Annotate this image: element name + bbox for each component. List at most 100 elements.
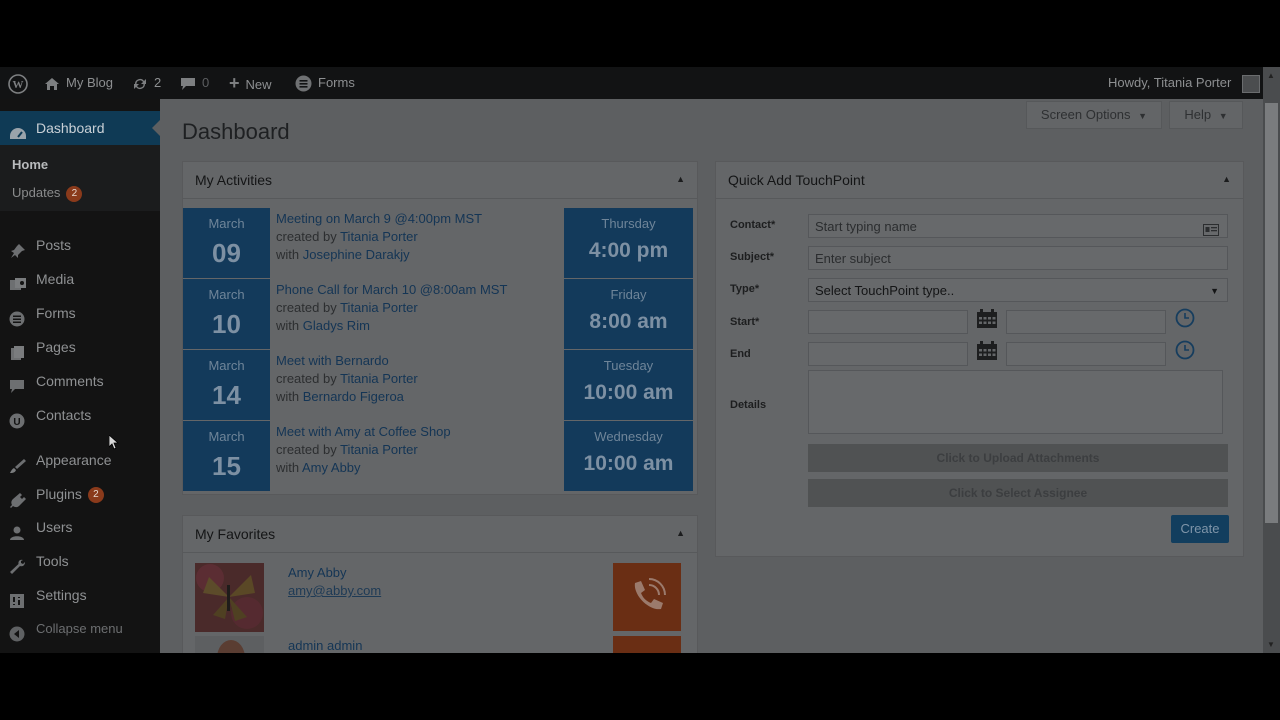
contact-input[interactable]: Start typing name <box>808 214 1228 238</box>
contact-link[interactable]: Josephine Darakjy <box>303 247 410 262</box>
sidebar-item-plugins[interactable]: Plugins 2 <box>0 477 160 511</box>
panel-header[interactable]: My Favorites ▲ <box>183 516 697 553</box>
brush-icon <box>9 452 27 473</box>
start-label: Start* <box>730 316 760 328</box>
creator-link[interactable]: Titania Porter <box>340 371 418 386</box>
collapse-arrow-icon[interactable]: ▲ <box>1222 174 1231 184</box>
updates-link[interactable]: 2 <box>132 67 161 99</box>
activity-title-link[interactable]: Meet with Bernardo <box>276 352 556 370</box>
sidebar-item-posts[interactable]: Posts <box>0 228 160 262</box>
screen-options-button[interactable]: Screen Options ▼ <box>1026 101 1162 129</box>
submenu-updates[interactable]: Updates 2 <box>12 185 83 202</box>
end-date-input[interactable] <box>808 342 968 366</box>
activity-row[interactable]: March 09 Meeting on March 9 @4:00pm MST c… <box>183 208 693 278</box>
avatar <box>195 636 264 653</box>
contact-card-icon[interactable] <box>1203 220 1219 244</box>
caret-down-icon: ▼ <box>1218 111 1228 121</box>
select-assignee-button[interactable]: Click to Select Assignee <box>808 479 1228 507</box>
create-button[interactable]: Create <box>1171 515 1229 543</box>
chevron-down-icon: ▼ <box>1210 286 1219 296</box>
butterfly-photo <box>195 563 264 632</box>
call-button[interactable] <box>613 563 681 631</box>
wordpress-logo-icon[interactable]: W <box>8 67 28 99</box>
contact-link[interactable]: Bernardo Figeroa <box>303 389 404 404</box>
favorite-name-link[interactable]: admin admin <box>288 638 362 653</box>
submenu-home[interactable]: Home <box>12 157 48 172</box>
favorite-name-link[interactable]: Amy Abby <box>288 565 347 580</box>
updates-badge: 2 <box>66 185 83 202</box>
clock-icon[interactable] <box>1175 308 1195 331</box>
pin-icon <box>9 237 27 258</box>
activity-title-link[interactable]: Phone Call for March 10 @8:00am MST <box>276 281 556 299</box>
sidebar-item-tools[interactable]: Tools <box>0 544 160 578</box>
wrench-icon <box>9 553 27 574</box>
svg-text:U: U <box>13 417 20 428</box>
favorite-email-link[interactable]: amy@abby.com <box>288 583 381 598</box>
activities-list: March 09 Meeting on March 9 @4:00pm MST c… <box>183 208 697 492</box>
help-button[interactable]: Help ▼ <box>1169 101 1243 129</box>
collapse-arrow-icon[interactable]: ▲ <box>676 174 685 184</box>
details-label: Details <box>730 399 767 411</box>
scroll-down-icon[interactable]: ▼ <box>1267 640 1275 649</box>
clock-icon[interactable] <box>1175 340 1195 363</box>
collapse-arrow-icon[interactable]: ▲ <box>676 528 685 538</box>
calendar-icon[interactable] <box>977 341 997 363</box>
comments-link[interactable]: 0 <box>180 67 209 99</box>
sidebar-item-contacts[interactable]: U Contacts <box>0 398 160 432</box>
start-time-input[interactable] <box>1006 310 1166 334</box>
activity-time: Friday 8:00 am <box>564 279 693 349</box>
activity-title-link[interactable]: Meeting on March 9 @4:00pm MST <box>276 210 556 228</box>
creator-link[interactable]: Titania Porter <box>340 229 418 244</box>
favorite-row[interactable]: Amy Abby amy@abby.com <box>195 563 681 633</box>
activity-row[interactable]: March 10 Phone Call for March 10 @8:00am … <box>183 279 693 349</box>
activity-time: Tuesday 10:00 am <box>564 350 693 420</box>
subject-label: Subject* <box>730 251 775 263</box>
phone-icon <box>634 578 666 610</box>
user-account-link[interactable]: Howdy, Titania Porter <box>1108 67 1260 99</box>
activity-date: March 10 <box>183 279 270 349</box>
favorite-row[interactable]: admin admin <box>195 636 681 653</box>
sidebar-item-collapse[interactable]: Collapse menu <box>0 612 160 646</box>
new-content-link[interactable]: + New <box>229 67 272 99</box>
sidebar-item-forms[interactable]: Forms <box>0 296 160 330</box>
activity-title-link[interactable]: Meet with Amy at Coffee Shop <box>276 423 556 441</box>
contact-link[interactable]: Gladys Rim <box>303 318 370 333</box>
creator-link[interactable]: Titania Porter <box>340 300 418 315</box>
contact-link[interactable]: Amy Abby <box>302 460 361 475</box>
subject-input[interactable]: Enter subject <box>808 246 1228 270</box>
page-title: Dashboard <box>182 119 290 144</box>
upload-attachments-button[interactable]: Click to Upload Attachments <box>808 444 1228 472</box>
panel-header[interactable]: My Activities ▲ <box>183 162 697 199</box>
forms-link[interactable]: Forms <box>295 67 355 99</box>
activity-row[interactable]: March 15 Meet with Amy at Coffee Shop cre… <box>183 421 693 491</box>
sidebar-item-appearance[interactable]: Appearance <box>0 443 160 477</box>
panel-header[interactable]: Quick Add TouchPoint ▲ <box>716 162 1243 199</box>
end-time-input[interactable] <box>1006 342 1166 366</box>
sidebar-item-pages[interactable]: Pages <box>0 330 160 364</box>
scrollbar-thumb[interactable] <box>1265 103 1278 523</box>
call-button[interactable] <box>613 636 681 653</box>
admin-bar: W My Blog 2 0 + New Forms Howdy, Titania … <box>0 67 1280 99</box>
site-name-link[interactable]: My Blog <box>44 67 113 99</box>
activity-info: Meeting on March 9 @4:00pm MST created b… <box>276 210 556 264</box>
calendar-icon[interactable] <box>977 309 997 331</box>
media-icon <box>9 271 27 290</box>
pages-icon <box>9 339 27 360</box>
users-icon <box>9 519 27 540</box>
scroll-up-icon[interactable]: ▲ <box>1267 71 1275 80</box>
type-select[interactable]: Select TouchPoint type.. ▼ <box>808 278 1228 302</box>
start-date-input[interactable] <box>808 310 968 334</box>
sidebar-item-settings[interactable]: Settings <box>0 578 160 612</box>
creator-link[interactable]: Titania Porter <box>340 442 418 457</box>
sidebar-item-dashboard[interactable]: Dashboard <box>0 111 160 145</box>
page-scrollbar[interactable]: ▲ ▼ <box>1263 67 1280 653</box>
sidebar-item-media[interactable]: Media <box>0 262 160 296</box>
sidebar-item-users[interactable]: Users <box>0 510 160 544</box>
details-textarea[interactable] <box>808 370 1223 434</box>
activity-row[interactable]: March 14 Meet with Bernardo created by Ti… <box>183 350 693 420</box>
collapse-icon <box>9 621 27 642</box>
forms-icon <box>9 305 27 327</box>
end-label: End <box>730 348 751 360</box>
sidebar-item-comments[interactable]: Comments <box>0 364 160 398</box>
activity-time: Thursday 4:00 pm <box>564 208 693 278</box>
